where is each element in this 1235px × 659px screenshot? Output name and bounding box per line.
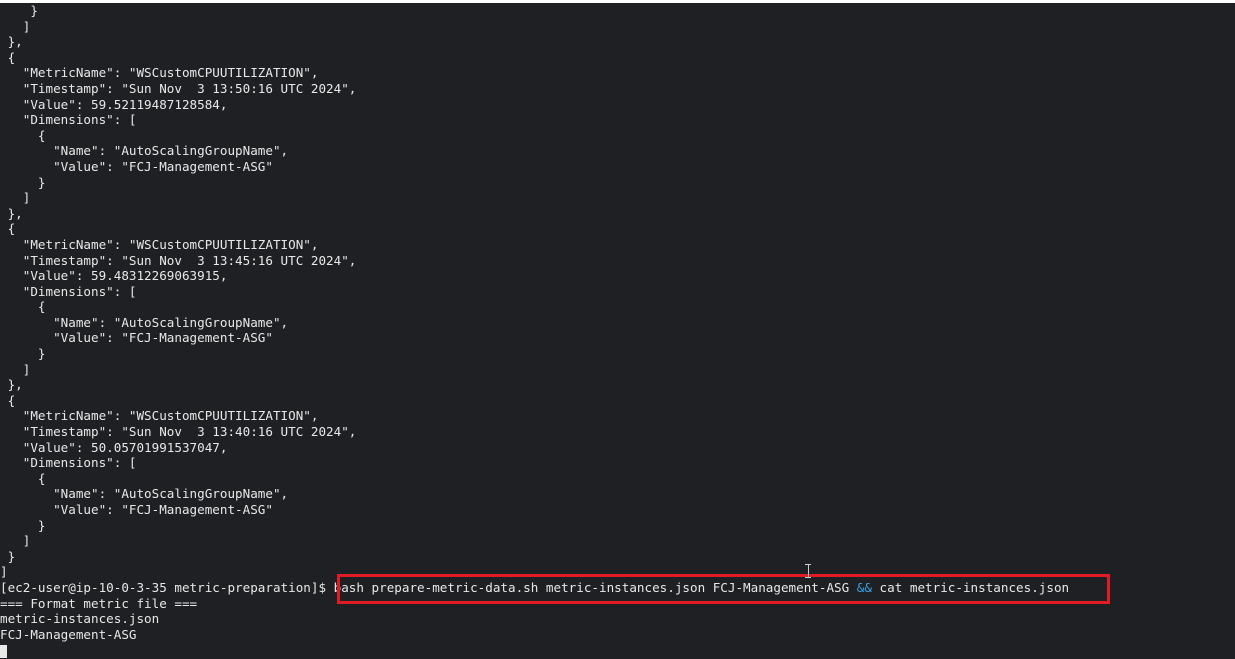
output-line: "Dimensions": [	[0, 112, 137, 128]
output-line: "Name": "AutoScalingGroupName",	[0, 314, 289, 330]
script-output-line: metric-instances.json	[0, 611, 160, 627]
command-operator: &&	[856, 579, 872, 595]
text-cursor-ibeam-icon	[804, 564, 812, 578]
terminal-output: } ] }, { "MetricName": "WSCustomCPUUTILI…	[0, 3, 1235, 642]
output-line: ]	[0, 361, 31, 377]
output-line: },	[0, 377, 23, 393]
output-line: }	[0, 548, 16, 564]
output-line: "Name": "AutoScalingGroupName",	[0, 486, 289, 502]
output-line: "Value": "FCJ-Management-ASG"	[0, 502, 273, 517]
output-line: },	[0, 34, 23, 50]
command-line: [ec2-user@ip-10-0-3-35 metric-preparatio…	[0, 580, 1235, 596]
output-line: }	[0, 517, 46, 533]
output-line: {	[0, 299, 46, 315]
output-line: "Value": 50.05701991537047,	[0, 439, 228, 455]
output-line: {	[0, 127, 46, 143]
output-line: "Dimensions": [	[0, 455, 137, 471]
output-line: "Value": "FCJ-Management-ASG"	[0, 158, 273, 174]
output-line: {	[0, 470, 46, 486]
output-line: "Value": 59.52119487128584,	[0, 96, 228, 112]
output-line: ]	[0, 533, 31, 549]
output-line: ]	[0, 564, 8, 580]
output-line: "Name": "AutoScalingGroupName",	[0, 143, 289, 159]
output-line: }	[0, 174, 46, 190]
output-line: }	[0, 3, 38, 18]
terminal-window[interactable]: } ] }, { "MetricName": "WSCustomCPUUTILI…	[0, 3, 1235, 659]
command-text: bash prepare-metric-data.sh metric-insta…	[333, 579, 857, 595]
output-line: "Value": 59.48312269063915,	[0, 268, 228, 284]
output-line: {	[0, 49, 16, 65]
output-line: }	[0, 346, 46, 362]
output-line: "MetricName": "WSCustomCPUUTILIZATION",	[0, 65, 319, 81]
shell-prompt: [ec2-user@ip-10-0-3-35 metric-preparatio…	[0, 579, 334, 595]
terminal-cursor	[0, 645, 7, 658]
output-line: "Timestamp": "Sun Nov 3 13:50:16 UTC 202…	[0, 80, 357, 96]
output-line: ]	[0, 190, 31, 206]
command-text-continued: cat metric-instances.json	[871, 579, 1070, 595]
output-line: "Value": "FCJ-Management-ASG"	[0, 330, 273, 346]
output-line: {	[0, 392, 16, 408]
output-line: {	[0, 221, 16, 237]
script-output-line: FCJ-Management-ASG	[0, 626, 137, 642]
output-line: "MetricName": "WSCustomCPUUTILIZATION",	[0, 236, 319, 252]
script-output-line: === Format metric file ===	[0, 595, 198, 611]
output-line: ]	[0, 18, 31, 34]
output-line: "Timestamp": "Sun Nov 3 13:45:16 UTC 202…	[0, 252, 357, 268]
output-line: "Dimensions": [	[0, 283, 137, 299]
output-line: },	[0, 205, 23, 221]
output-line: "Timestamp": "Sun Nov 3 13:40:16 UTC 202…	[0, 424, 357, 440]
output-line: "MetricName": "WSCustomCPUUTILIZATION",	[0, 408, 319, 424]
